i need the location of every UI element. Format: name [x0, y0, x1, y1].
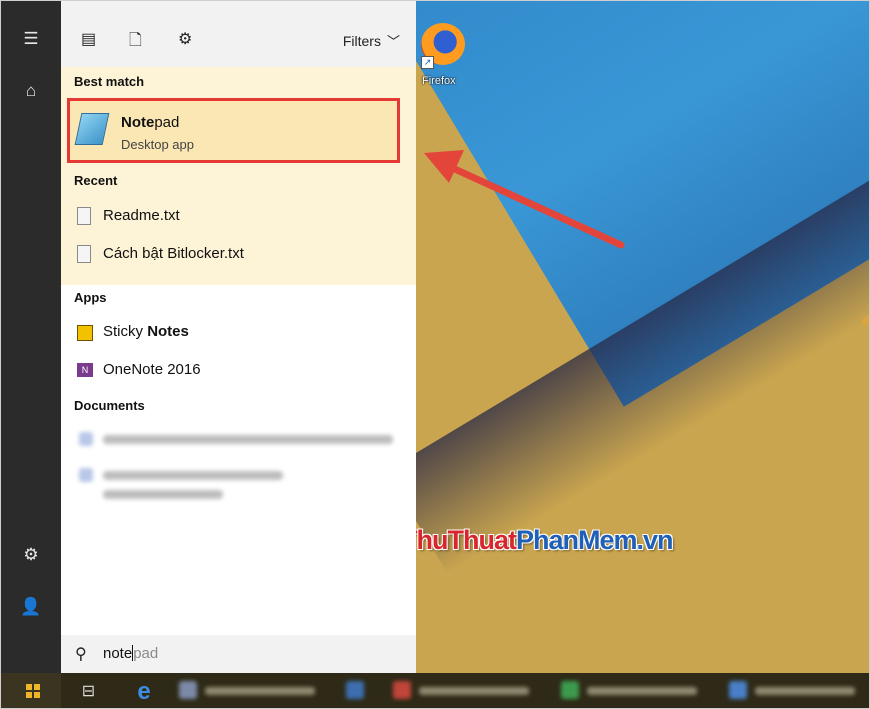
app-icon: [561, 681, 579, 699]
blurred-text: [205, 687, 315, 695]
sticky-notes-icon: [77, 325, 93, 341]
app-item-onenote[interactable]: N OneNote 2016: [73, 355, 403, 385]
task-view-icon[interactable]: ⊟: [61, 673, 116, 708]
document-item-blurred[interactable]: [73, 468, 403, 499]
app-item-label: OneNote 2016: [103, 361, 201, 378]
user-icon[interactable]: 👤: [1, 597, 61, 617]
recent-item[interactable]: Readme.txt: [73, 201, 403, 231]
best-match-title: Notepad: [121, 114, 180, 131]
section-heading-best-match: Best match: [74, 74, 145, 89]
taskbar-app-blurred[interactable]: [179, 681, 329, 701]
hamburger-icon[interactable]: ☰: [1, 29, 61, 49]
gear-icon[interactable]: ⚙: [1, 545, 61, 565]
watermark: ThuThuatPhanMem.vn: [416, 525, 674, 555]
section-heading-documents: Documents: [74, 398, 145, 413]
desktop: ↗ Firefox ThuThuatPhanMem.vn: [416, 1, 869, 673]
search-panel: ▤ 🗋 ⚙ Filters ﹀ Best match Notepad Deskto…: [61, 1, 416, 673]
search-box[interactable]: ⚲ notepad: [61, 635, 416, 673]
app-item-label: Sticky Notes: [103, 323, 189, 340]
search-icon: ⚲: [75, 646, 87, 663]
text-file-icon: [77, 245, 91, 263]
text-file-icon: [77, 207, 91, 225]
taskbar-app-blurred[interactable]: [393, 681, 543, 701]
blurred-text: [103, 490, 223, 499]
section-heading-recent: Recent: [74, 173, 118, 188]
best-match-notepad[interactable]: Notepad Desktop app: [67, 98, 400, 163]
blank-document-icon[interactable]: 🗋: [129, 29, 142, 56]
blurred-text: [587, 687, 697, 695]
taskbar-app-blurred[interactable]: [729, 681, 864, 701]
windows-start-icon: [26, 684, 40, 698]
app-icon: [179, 681, 197, 699]
annotation-arrow: [424, 150, 625, 249]
recent-item-label: Cách bật Bitlocker.txt: [103, 245, 244, 262]
search-input[interactable]: notepad: [103, 645, 158, 662]
chevron-down-icon: ﹀: [386, 34, 400, 49]
document-item-blurred[interactable]: [73, 432, 403, 448]
blurred-text: [103, 435, 393, 444]
screenshot-frame: ↗ Firefox ThuThuatPhanMem.vn ☰ ⌂ ⚙ 👤 ▤ 🗋…: [0, 0, 870, 709]
blurred-text: [103, 471, 283, 480]
app-icon: [393, 681, 411, 699]
document-icon: [79, 468, 93, 482]
app-icon: [729, 681, 747, 699]
section-heading-apps: Apps: [74, 290, 107, 305]
blurred-text: [755, 687, 855, 695]
blurred-text: [419, 687, 529, 695]
recent-item[interactable]: Cách bật Bitlocker.txt: [73, 239, 403, 269]
app-icon: [346, 681, 364, 699]
home-icon[interactable]: ⌂: [1, 81, 61, 101]
document-view-icon[interactable]: ▤: [81, 29, 96, 49]
edge-icon[interactable]: e: [119, 673, 169, 708]
taskbar-app-blurred[interactable]: [561, 681, 711, 701]
start-rail: ☰ ⌂ ⚙ 👤: [1, 1, 61, 673]
gear-icon[interactable]: ⚙: [178, 29, 192, 49]
app-item-sticky-notes[interactable]: Sticky Notes: [73, 317, 403, 347]
taskbar: ⊟ e: [1, 673, 869, 708]
start-button[interactable]: [1, 673, 61, 708]
notepad-icon: [74, 113, 110, 145]
best-match-subtitle: Desktop app: [121, 137, 194, 152]
filters-button[interactable]: Filters ﹀: [343, 31, 400, 50]
document-icon: [79, 432, 93, 446]
taskbar-app-blurred[interactable]: [346, 681, 386, 701]
onenote-icon: N: [77, 363, 93, 377]
recent-item-label: Readme.txt: [103, 207, 180, 224]
search-toolbar: ▤ 🗋 ⚙ Filters ﹀: [61, 1, 416, 67]
